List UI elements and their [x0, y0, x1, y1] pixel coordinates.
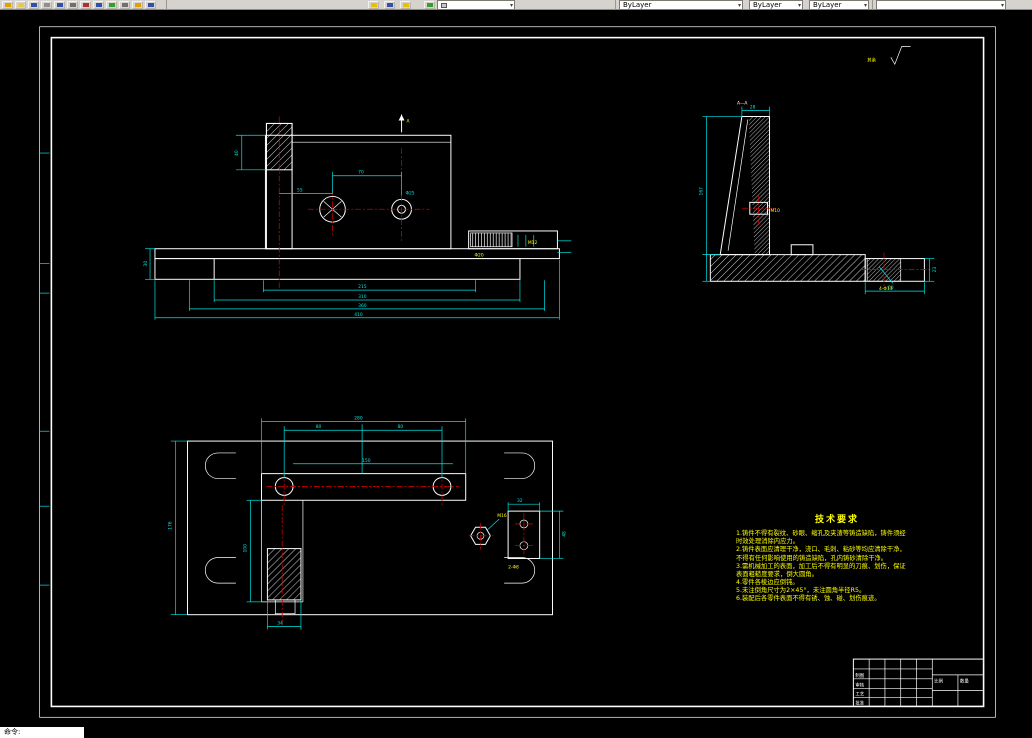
- fold-marks: [39, 152, 50, 586]
- pan-icon[interactable]: [145, 1, 156, 9]
- application-window: ▾ ByLayer ▾ ByLayer ▾ ByLayer ▾ ▾ 其余 A 4…: [0, 0, 1032, 738]
- dim-label: 28: [750, 105, 756, 111]
- title-block-label: 比例: [934, 678, 943, 685]
- dim-label: 48: [561, 531, 567, 537]
- command-prompt-label: 命令:: [4, 728, 21, 736]
- title-block-label: 审核: [855, 682, 864, 689]
- title-block-label: 制图: [855, 672, 864, 679]
- preview-icon[interactable]: [54, 1, 65, 9]
- title-block: 制图 审核 工艺 批准 比例 数量: [852, 658, 985, 707]
- thread-label: M10: [771, 208, 781, 214]
- title-block-label: 批准: [855, 699, 864, 706]
- dim-label: 100: [243, 544, 249, 553]
- section-arrow-icon: [398, 114, 405, 121]
- toolbar: ▾ ByLayer ▾ ByLayer ▾ ByLayer ▾ ▾: [0, 0, 1032, 10]
- cut-icon[interactable]: [80, 1, 91, 9]
- new-file-icon[interactable]: [2, 1, 13, 9]
- section-view-title: A—A: [737, 101, 747, 107]
- plotstyle-combo[interactable]: ▾: [876, 0, 1006, 10]
- thread-label: M16: [497, 513, 507, 519]
- section-view: A—A 28 167 23 60 4-Φ13 M10: [698, 101, 938, 295]
- color-combo[interactable]: ByLayer ▾: [619, 0, 743, 10]
- layer-tool-icon[interactable]: [384, 1, 395, 9]
- color-combo-label: ByLayer: [623, 1, 652, 9]
- print-icon[interactable]: [41, 1, 52, 9]
- dim-label: 176: [168, 521, 174, 530]
- redo-icon[interactable]: [132, 1, 143, 9]
- tech-requirements-title: 技术要求: [814, 515, 859, 525]
- surface-note-label: 其余: [867, 56, 876, 63]
- dim-label: 55: [297, 188, 303, 194]
- dim-label: 150: [362, 458, 371, 464]
- corner-slot: [504, 452, 536, 479]
- dim-label: 80: [398, 424, 404, 430]
- tech-requirement-item: 1.铸件不得有裂纹、砂眼、缩孔及夹渣等铸造缺陷，铸件须经时效处理消除内应力。: [736, 530, 906, 546]
- dim-label: Φ25: [406, 190, 415, 196]
- chevron-down-icon: ▾: [1000, 2, 1004, 9]
- plan-view: 280 80 80 150 176 100 32 48 M16 2-Φ8 34: [168, 415, 567, 630]
- tech-requirement-item: 6.装配后各零件表面不得有锈、蚀、碰、划伤痕迹。: [736, 595, 881, 603]
- section-mark-label: A: [407, 118, 410, 124]
- dim-label: 70: [358, 170, 364, 176]
- layer-state-icon[interactable]: [424, 1, 435, 9]
- title-block-label: 数量: [960, 678, 969, 685]
- toolbar-separator: [166, 0, 167, 10]
- title-block-label: 工艺: [855, 692, 864, 698]
- linetype-combo[interactable]: ByLayer ▾: [749, 0, 803, 10]
- dim-label: 310: [358, 294, 367, 300]
- chevron-down-icon: ▾: [863, 2, 867, 9]
- tech-requirement-item: 2.铸件表面应清理干净，浇口、毛刺、粘砂等均应清除干净，不得有任何影响使用的铸造…: [736, 546, 906, 562]
- hole-callout: 4-Φ13: [879, 286, 893, 292]
- dim-label: 167: [698, 187, 704, 196]
- lineweight-combo-label: ByLayer: [813, 1, 842, 9]
- front-view: A 40 70 55 Φ25 215 310 360 410 30 M12 Φ2…: [143, 114, 572, 320]
- dim-label: 215: [358, 284, 367, 290]
- dim-label: 32: [517, 498, 523, 504]
- tech-requirement-item: 4.零件各棱边应倒钝。: [736, 579, 799, 587]
- toolbar-separator: [615, 0, 616, 10]
- tech-requirement-item: 3.需机械加工的表面，加工后不得有明显的刀痕、划伤，保证表面粗糙度要求，倒大圆角…: [736, 562, 906, 578]
- chevron-down-icon: ▾: [509, 2, 513, 9]
- save-icon[interactable]: [28, 1, 39, 9]
- undo-icon[interactable]: [119, 1, 130, 9]
- dim-label: 280: [354, 415, 363, 421]
- roughness-symbol-icon: [890, 46, 911, 66]
- corner-slot: [204, 557, 236, 584]
- layer-props-icon[interactable]: [400, 1, 411, 9]
- dim-label: 360: [358, 303, 367, 309]
- toolbar-separator: [872, 0, 873, 10]
- hole-callout: 2-Φ8: [508, 564, 519, 570]
- open-file-icon[interactable]: [15, 1, 26, 9]
- color-tool-icon[interactable]: [368, 1, 379, 9]
- drawing-canvas[interactable]: 其余 A 40 70 55 Φ25 215 310 360 410 30 M12…: [0, 10, 1032, 738]
- paste-icon[interactable]: [106, 1, 117, 9]
- hole-label: Φ20: [475, 253, 484, 259]
- lineweight-combo[interactable]: ByLayer ▾: [809, 0, 869, 10]
- dim-label: 410: [354, 312, 363, 318]
- dim-label: 30: [143, 261, 149, 267]
- layer-combo[interactable]: ▾: [437, 0, 515, 10]
- chevron-down-icon: ▾: [797, 2, 801, 9]
- spell-icon[interactable]: [67, 1, 78, 9]
- dim-label: 40: [234, 150, 240, 156]
- corner-slot: [204, 452, 236, 479]
- copy-icon[interactable]: [93, 1, 104, 9]
- technical-requirements: 技术要求 1.铸件不得有裂纹、砂眼、缩孔及夹渣等铸造缺陷，铸件须经时效处理消除内…: [736, 512, 910, 604]
- linetype-combo-label: ByLayer: [753, 1, 782, 9]
- sheet-frame: [39, 26, 996, 718]
- dim-label: 34: [277, 621, 283, 627]
- chevron-down-icon: ▾: [737, 2, 741, 9]
- dim-label: 80: [316, 424, 322, 430]
- thread-label: M12: [528, 240, 538, 246]
- surface-finish-note: 其余: [867, 46, 911, 66]
- dim-label: 23: [932, 267, 938, 273]
- command-line[interactable]: 命令:: [0, 727, 84, 738]
